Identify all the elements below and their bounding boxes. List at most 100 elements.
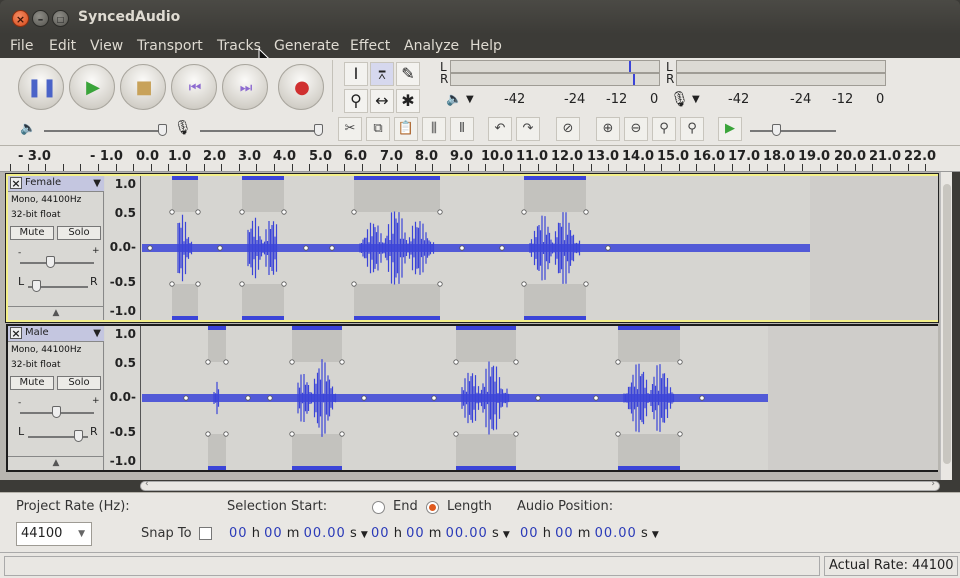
gain-slider[interactable] <box>46 256 55 268</box>
pencil-icon: ✎ <box>401 64 415 83</box>
menu-edit[interactable]: Edit <box>49 38 76 54</box>
selection-length-time[interactable]: 00 h 00 m 00.00 s ▼ <box>371 525 510 543</box>
scroll-thumb[interactable] <box>943 184 951 464</box>
selection-tool[interactable]: I <box>344 62 368 86</box>
mute-button[interactable]: Mute <box>10 226 54 240</box>
gain-track[interactable] <box>20 262 94 264</box>
window-minimize-button[interactable]: – <box>32 10 49 27</box>
gain-slider[interactable] <box>52 406 61 418</box>
play-button[interactable]: ▶ <box>69 64 115 110</box>
play-speed-track[interactable] <box>750 130 836 132</box>
vertical-scrollbar[interactable] <box>940 172 952 480</box>
audio-position-time[interactable]: 00 h 00 m 00.00 s ▼ <box>520 525 659 543</box>
record-volume-track[interactable] <box>200 130 320 132</box>
length-radio[interactable] <box>426 501 439 514</box>
menu-tracks[interactable]: Tracks <box>217 38 261 54</box>
menu-help[interactable]: Help <box>470 38 502 54</box>
menu-generate[interactable]: Generate <box>274 38 339 54</box>
fit-project-button[interactable]: ⚲ <box>680 117 704 141</box>
project-rate-select[interactable]: 44100 ▼ <box>16 522 92 546</box>
actual-rate: Actual Rate: 44100 <box>824 556 958 576</box>
skip-to-end-button[interactable]: ⏭ <box>222 64 268 110</box>
menu-transport[interactable]: Transport <box>137 38 203 54</box>
pause-button[interactable]: ❚❚ <box>18 64 64 110</box>
undo-button[interactable]: ↶ <box>488 117 512 141</box>
pan-slider[interactable] <box>32 280 41 292</box>
window-maximize-button[interactable]: □ <box>52 10 69 27</box>
track-name[interactable]: Female <box>25 177 61 188</box>
paste-button[interactable]: 📋 <box>394 117 418 141</box>
chevron-down-icon[interactable]: ▼ <box>503 530 510 540</box>
time-hours: 00 <box>520 526 539 541</box>
close-track-button[interactable]: × <box>10 327 22 340</box>
envelope-tool[interactable]: ⩞ <box>370 62 394 86</box>
chevron-down-icon[interactable]: ▼ <box>361 530 368 540</box>
track-female[interactable]: × Female ▼ Mono, 44100Hz 32-bit float Mu… <box>5 173 939 323</box>
snap-to-checkbox[interactable] <box>199 527 212 540</box>
track-male[interactable]: × Male ▼ Mono, 44100Hz 32-bit float Mute… <box>6 324 938 472</box>
solo-button[interactable]: Solo <box>57 376 101 390</box>
chevron-down-icon[interactable]: ▼ <box>652 530 659 540</box>
solo-button[interactable]: Solo <box>57 226 101 240</box>
skip-to-start-button[interactable]: ⏮ <box>171 64 217 110</box>
track-name[interactable]: Male <box>25 327 49 338</box>
record-button[interactable]: ● <box>278 64 324 110</box>
selection-start-label: Selection Start: <box>227 499 328 514</box>
envelope-top <box>456 326 516 330</box>
cut-button[interactable]: ✂ <box>338 117 362 141</box>
stop-button[interactable]: ■ <box>120 64 166 110</box>
copy-button[interactable]: ⧉ <box>366 117 390 141</box>
chevron-down-icon[interactable]: ▼ <box>466 94 474 105</box>
rec-meter-right[interactable] <box>676 73 886 86</box>
window-close-button[interactable]: × <box>12 10 29 27</box>
scroll-right-icon[interactable]: › <box>931 479 935 489</box>
menu-analyze[interactable]: Analyze <box>404 38 459 54</box>
play-speed-slider[interactable] <box>772 124 781 136</box>
end-radio[interactable] <box>372 501 385 514</box>
menu-view[interactable]: View <box>90 38 123 54</box>
trim-button[interactable]: ⫼ <box>422 117 446 141</box>
waveform-display[interactable] <box>142 326 938 470</box>
vertical-scale[interactable]: 1.0 0.5 0.0- -0.5 -1.0 <box>105 326 141 470</box>
ruler-label: 20.0 <box>834 149 867 164</box>
vertical-scale[interactable]: 1.0 0.5 0.0- -0.5 -1.0 <box>105 176 141 320</box>
selection-start-time[interactable]: 00 h 00 m 00.00 s ▼ <box>229 525 368 543</box>
fit-selection-button[interactable]: ⚲ <box>652 117 676 141</box>
ruler-tick <box>626 164 627 171</box>
silence-button[interactable]: ⫴ <box>450 117 474 141</box>
empty-region <box>768 326 938 470</box>
envelope-bottom <box>242 316 284 320</box>
waveform-display[interactable] <box>142 176 938 320</box>
chevron-down-icon[interactable]: ▼ <box>692 94 700 105</box>
mute-button[interactable]: Mute <box>10 376 54 390</box>
collapse-track-button[interactable]: ▲ <box>8 456 104 470</box>
draw-tool[interactable]: ✎ <box>396 62 420 86</box>
menu-effect[interactable]: Effect <box>350 38 390 54</box>
zoom-out-button[interactable]: ⊖ <box>624 117 648 141</box>
zoom-tool[interactable]: ⚲ <box>344 89 368 113</box>
record-volume-slider[interactable] <box>314 124 323 136</box>
envelope-point <box>615 359 621 365</box>
rec-meter-left[interactable] <box>676 60 886 73</box>
chevron-down-icon[interactable]: ▼ <box>93 178 101 189</box>
scroll-left-icon[interactable]: ‹ <box>145 479 149 489</box>
redo-button[interactable]: ↷ <box>516 117 540 141</box>
envelope-point <box>281 281 287 287</box>
collapse-track-button[interactable]: ▲ <box>8 306 104 320</box>
chevron-down-icon[interactable]: ▼ <box>93 328 101 339</box>
zoom-in-button[interactable]: ⊕ <box>596 117 620 141</box>
play-at-speed-button[interactable]: ▶ <box>718 117 742 141</box>
multi-tool[interactable]: ✱ <box>396 89 420 113</box>
sync-lock-button[interactable]: ⊘ <box>556 117 580 141</box>
menu-file[interactable]: File <box>10 38 33 54</box>
close-track-button[interactable]: × <box>10 177 22 190</box>
time-shift-tool[interactable]: ↔ <box>370 89 394 113</box>
playback-volume-slider[interactable] <box>158 124 167 136</box>
playback-volume-track[interactable] <box>44 130 164 132</box>
timeline-ruler[interactable]: - 3.0 - 1.0 0.0 1.0 2.0 3.0 4.0 5.0 6.0 7.0 8.0 9.0… <box>0 146 960 172</box>
pan-slider[interactable] <box>74 430 83 442</box>
horizontal-scrollbar[interactable]: ‹ › <box>140 479 940 491</box>
play-meter-left[interactable] <box>450 60 660 73</box>
play-meter-right[interactable] <box>450 73 660 86</box>
pan-l-label: L <box>18 275 25 288</box>
